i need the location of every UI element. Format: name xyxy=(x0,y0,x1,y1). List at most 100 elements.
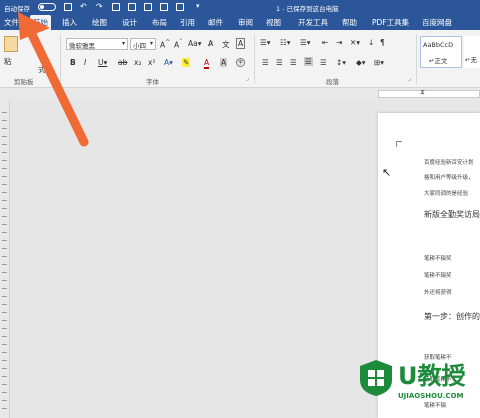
document-title: 1 - 已保存到这台电脑 xyxy=(276,5,339,13)
tab-file[interactable]: 文件 xyxy=(4,17,19,28)
vertical-ruler xyxy=(0,100,10,418)
font-name-select[interactable]: 微软雅黑 ▾ xyxy=(66,38,128,50)
doc-line: 笔耕不辍奖 xyxy=(424,273,452,279)
tab-layout[interactable]: 布局 xyxy=(152,17,167,28)
bullets-icon[interactable]: ☰▾ xyxy=(260,38,271,47)
borders-icon[interactable]: ⊞▾ xyxy=(374,58,384,67)
align-right-icon[interactable]: ☰ xyxy=(290,58,297,67)
horizontal-ruler: ⧗ xyxy=(0,88,480,100)
autosave-label: 自动保存 xyxy=(4,5,30,13)
multilevel-list-icon[interactable]: ☰▾ xyxy=(300,38,311,47)
paste-icon[interactable] xyxy=(4,36,18,52)
chevron-down-icon: ▾ xyxy=(121,40,125,47)
tab-pdf-tools[interactable]: PDF工具集 xyxy=(372,17,409,28)
show-marks-icon[interactable]: ¶ xyxy=(380,38,385,47)
font-group-label: 字体 xyxy=(146,78,159,86)
shading-icon[interactable]: ◆▾ xyxy=(356,58,366,67)
paragraph-launcher-icon[interactable]: ⌟ xyxy=(408,75,411,82)
sort-icon[interactable]: ↓ xyxy=(368,38,374,47)
shield-logo-icon xyxy=(360,360,392,396)
ribbon-tabs: 文件 开始 插入 绘图 设计 布局 引用 邮件 审阅 视图 开发工具 帮助 PD… xyxy=(0,14,480,30)
ribbon-home: 粘 式刷 剪贴板 ⌟ 微软雅黑 ▾ 小四 ▾ A^ Aˇ Aa▾ A̷ 文 A … xyxy=(0,30,480,88)
underline-icon[interactable]: U▾ xyxy=(98,58,107,67)
ruler-ticks xyxy=(2,112,7,412)
justify-icon[interactable]: ☰ xyxy=(304,57,313,66)
text-effects-icon[interactable]: A▾ xyxy=(164,58,173,67)
phonetic-icon[interactable]: 文 xyxy=(222,39,230,50)
font-size-select[interactable]: 小四 ▾ xyxy=(130,38,156,50)
highlight-icon[interactable]: ✎ xyxy=(182,58,191,67)
font-name-value: 微软雅黑 xyxy=(69,42,95,50)
margin-corner xyxy=(396,141,402,147)
doc-heading: 第一步：创作的 xyxy=(424,312,480,321)
style-normal[interactable]: AaBbCcD ↵正文 xyxy=(420,36,462,68)
indent-marker-icon[interactable]: ⧗ xyxy=(420,88,425,97)
font-launcher-icon[interactable]: ⌟ xyxy=(246,75,249,82)
font-color-icon[interactable]: A xyxy=(204,58,210,69)
watermark-url: UJIAOSHOU.COM xyxy=(398,392,464,400)
tab-baidu-netdisk[interactable]: 百度网盘 xyxy=(422,17,452,28)
tab-insert[interactable]: 插入 xyxy=(62,17,77,28)
decrease-indent-icon[interactable]: ⇤ xyxy=(322,38,328,47)
clipboard-launcher-icon[interactable]: ⌟ xyxy=(52,75,55,82)
bold-icon[interactable]: B xyxy=(70,58,76,67)
doc-line: 外还将获得 xyxy=(424,290,452,296)
change-case-icon[interactable]: Aa▾ xyxy=(188,39,202,48)
tab-mailings[interactable]: 邮件 xyxy=(208,17,223,28)
style-normal-preview: AaBbCcD xyxy=(423,41,454,49)
superscript-icon[interactable]: x² xyxy=(148,58,155,67)
subscript-icon[interactable]: x₂ xyxy=(134,58,141,67)
grow-font-icon[interactable]: A^ xyxy=(160,39,170,50)
undo-icon[interactable]: ↶ xyxy=(80,2,87,11)
numbering-icon[interactable]: ☷▾ xyxy=(280,38,291,47)
quick-access-icon[interactable] xyxy=(160,3,168,11)
distributed-icon[interactable]: ☰ xyxy=(320,58,327,67)
redo-icon[interactable]: ↷ xyxy=(96,2,103,11)
doc-line: 笔耕不辍奖 xyxy=(424,256,452,262)
mouse-cursor-icon: ↖ xyxy=(382,166,392,179)
font-size-value: 小四 xyxy=(133,42,146,50)
tab-references[interactable]: 引用 xyxy=(180,17,195,28)
print-icon[interactable] xyxy=(112,3,120,11)
chevron-down-icon: ▾ xyxy=(149,40,153,47)
tab-review[interactable]: 审阅 xyxy=(238,17,253,28)
doc-heading: 新版全勤奖访局 xyxy=(424,210,480,219)
align-center-icon[interactable]: ☰ xyxy=(276,58,283,67)
style-no-spacing[interactable]: ↵无 xyxy=(464,36,480,68)
doc-line: 百度经验新百安计划 xyxy=(424,160,474,166)
tab-help[interactable]: 帮助 xyxy=(342,17,357,28)
style-no-spacing-label: ↵无 xyxy=(465,56,477,64)
ruler-area[interactable] xyxy=(378,90,480,98)
style-normal-label: ↵正文 xyxy=(429,57,448,65)
italic-icon[interactable]: I xyxy=(84,58,86,67)
strikethrough-icon[interactable]: ab xyxy=(118,58,127,67)
tab-design[interactable]: 设计 xyxy=(122,17,137,28)
tab-view[interactable]: 视图 xyxy=(266,17,281,28)
title-bar: 自动保存 ↶ ↷ ▾ 1 - 已保存到这台电脑 xyxy=(0,0,480,14)
watermark-logo: U教授 UJIAOSHOU.COM xyxy=(352,352,480,418)
increase-indent-icon[interactable]: ⇥ xyxy=(336,38,342,47)
align-left-icon[interactable]: ☰ xyxy=(262,58,269,67)
open-icon[interactable] xyxy=(144,3,152,11)
tab-home[interactable]: 开始 xyxy=(30,15,51,30)
clear-format-icon[interactable]: A̷ xyxy=(208,39,213,48)
line-spacing-icon[interactable]: ↕▾ xyxy=(336,58,346,67)
tab-developer[interactable]: 开发工具 xyxy=(298,17,328,28)
view-icon[interactable] xyxy=(176,3,184,11)
char-shading-icon[interactable]: A xyxy=(220,58,228,67)
save-icon[interactable] xyxy=(64,3,72,11)
paragraph-group-label: 段落 xyxy=(326,78,339,86)
new-doc-icon[interactable] xyxy=(128,3,136,11)
tab-draw[interactable]: 绘图 xyxy=(92,17,107,28)
format-painter-button[interactable]: 式刷 xyxy=(38,64,53,75)
watermark-brand: U教授 xyxy=(398,362,466,390)
qat-more-icon[interactable]: ▾ xyxy=(196,2,200,10)
paste-label[interactable]: 粘 xyxy=(4,56,12,67)
chinese-layout-icon[interactable]: ✕▾ xyxy=(350,38,360,47)
char-border-icon[interactable]: A xyxy=(236,38,246,49)
shrink-font-icon[interactable]: Aˇ xyxy=(174,39,182,50)
doc-line: 大家同调的是经验 xyxy=(424,191,469,197)
enclose-char-icon[interactable]: 字 xyxy=(236,58,245,67)
autosave-toggle[interactable] xyxy=(38,3,56,11)
doc-line: 格和用户等级升级， xyxy=(424,175,474,181)
